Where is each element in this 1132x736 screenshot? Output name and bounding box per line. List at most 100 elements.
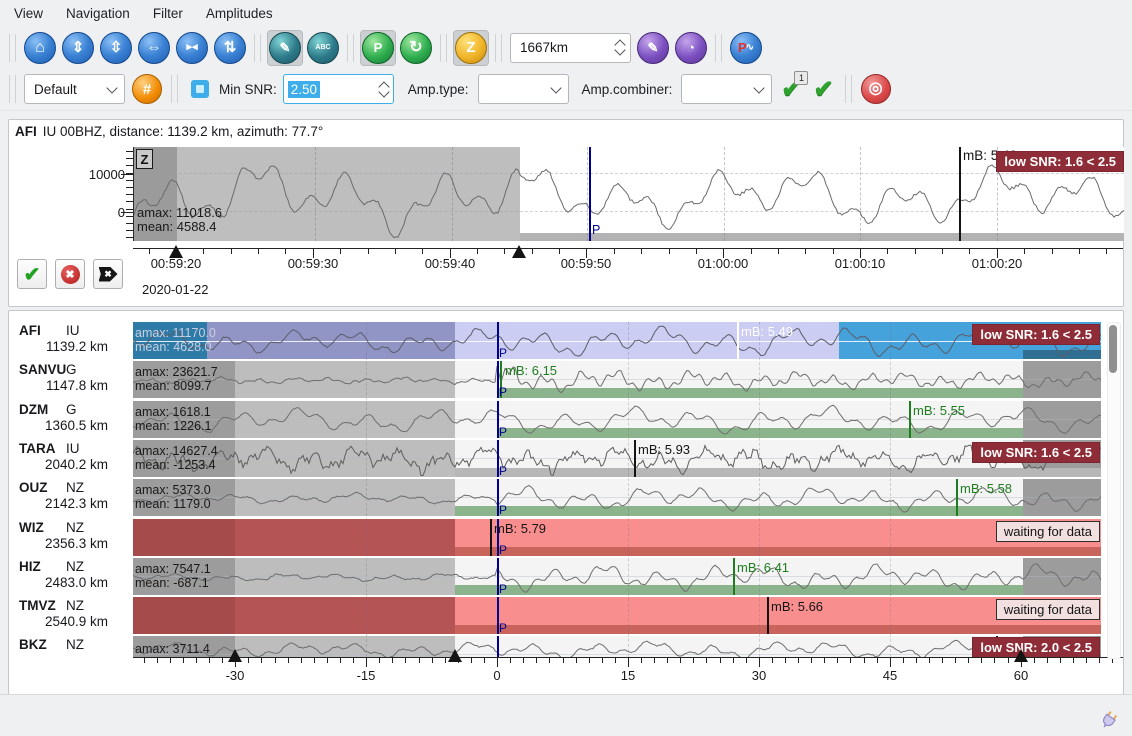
station-row-ouz[interactable]: OUZ NZ 2142.3 km amax: 5373.0 mean: 1179… — [9, 479, 1123, 518]
station-code: TMVZ — [19, 598, 56, 613]
window-end-marker[interactable] — [1014, 649, 1028, 662]
toolbar-grip — [495, 34, 502, 62]
station-distance: 1147.8 km — [37, 378, 108, 393]
amp-type-combobox[interactable] — [478, 74, 569, 104]
station-trace-area[interactable]: amax: 1618.1 mean: 1226.1 P mB: 5.55 — [133, 401, 1101, 440]
picker-tool-button[interactable]: ✎ — [267, 30, 303, 66]
fit-vertical-button[interactable]: ⇳ — [98, 30, 134, 66]
waveform-trace — [133, 361, 1101, 398]
target-icon: ◎ — [861, 74, 891, 104]
home-view-button[interactable]: ⌂ — [22, 30, 58, 66]
recalculate-amplitudes-button[interactable]: # — [129, 71, 165, 107]
station-row-tmvz[interactable]: TMVZ NZ 2540.9 km P mB: 5.66 waiting for… — [9, 597, 1123, 636]
station-distance: 2142.3 km — [37, 496, 108, 511]
station-distance: 1360.5 km — [37, 418, 108, 433]
vertical-scrollbar[interactable] — [1107, 322, 1121, 659]
station-trace-area[interactable]: amax: 7547.1 mean: -687.1 P mB: 6.41 — [133, 558, 1101, 597]
time-window-button[interactable]: ◔ — [673, 30, 709, 66]
menu-view[interactable]: View — [5, 1, 52, 26]
menu-amplitudes[interactable]: Amplitudes — [197, 1, 282, 26]
mean-value: mean: 4628.0 — [135, 340, 211, 354]
amplitude-marker[interactable] — [490, 519, 492, 556]
waiting-for-data-badge: waiting for data — [996, 599, 1100, 620]
station-row-dzm[interactable]: DZM G 1360.5 km amax: 1618.1 mean: 1226.… — [9, 401, 1123, 440]
reject-amplitude-button[interactable]: ✖ — [55, 259, 85, 289]
profile-combobox[interactable]: Default — [24, 74, 125, 104]
compute-magnitudes-button[interactable]: P∿ — [728, 30, 764, 66]
station-trace-area[interactable]: amax: 5373.0 mean: 1179.0 P mB: 5.58 — [133, 479, 1101, 518]
station-code: TARA — [19, 441, 56, 456]
amp-combiner-label: Amp.combiner: — [582, 82, 673, 97]
spinner-arrows-icon[interactable] — [380, 83, 388, 96]
station-trace-area[interactable]: amax: 11170.0 mean: 4628.0 P mB: 5.49 lo… — [133, 322, 1101, 361]
station-row-hiz[interactable]: HIZ NZ 2483.0 km amax: 7547.1 mean: -687… — [9, 558, 1123, 597]
chevron-down-icon — [754, 82, 765, 93]
station-network: IU — [66, 441, 80, 456]
fit-horizontal-button[interactable]: ▸◂ — [174, 30, 210, 66]
amplitude-marker[interactable] — [733, 558, 735, 595]
p-pick-label: P — [499, 346, 507, 360]
p-pick-marker[interactable] — [589, 147, 591, 241]
p-pick-marker[interactable] — [497, 636, 499, 657]
station-trace-area[interactable]: amax: 3711.4 low SNR: 2.0 < 2.5 — [133, 636, 1101, 657]
station-trace-area[interactable]: P mB: 5.66 waiting for data — [133, 597, 1101, 636]
profile-value: Default — [34, 82, 77, 97]
station-trace-area[interactable]: amax: 14627.4 mean: -1253.4 P mB: 5.93 l… — [133, 440, 1101, 479]
amplitude-marker[interactable] — [909, 401, 911, 438]
expand-horizontal-button[interactable]: ⇔ — [136, 30, 172, 66]
cancel-icon: ✖ — [61, 265, 80, 284]
amplitude-marker[interactable] — [959, 147, 961, 241]
spinner-arrows-icon[interactable] — [616, 41, 624, 54]
skip-station-button[interactable]: ✖ — [93, 259, 123, 289]
distance-cutoff-combobox[interactable]: 1667km — [510, 33, 631, 63]
amplitude-marker[interactable] — [737, 322, 739, 359]
mb-value: mB: 5.66 — [771, 599, 823, 614]
amplitude-marker[interactable] — [634, 440, 636, 477]
pick-p-button[interactable]: P — [360, 30, 396, 66]
phases-abc-icon: ABC — [307, 32, 339, 64]
menu-navigation[interactable]: Navigation — [57, 1, 139, 26]
amplitude-marker[interactable] — [767, 597, 769, 634]
station-amplitude-list: AFI IU 1139.2 km amax: 11170.0 mean: 462… — [8, 310, 1124, 695]
recompute-button[interactable]: ↻ — [398, 30, 434, 66]
window-start-marker[interactable] — [169, 245, 183, 258]
min-snr-spinbox[interactable]: 2.50 — [283, 74, 394, 104]
station-row-afi[interactable]: AFI IU 1139.2 km amax: 11170.0 mean: 462… — [9, 322, 1123, 361]
apply-amplitudes-button[interactable]: ✔1 — [781, 75, 801, 104]
station-trace-area[interactable]: amax: 23621.7 mean: 8099.7 P mB: 6.15 — [133, 361, 1101, 400]
target-station-button[interactable]: ◎ — [858, 71, 894, 107]
accept-amplitude-button[interactable]: ✔ — [17, 259, 47, 289]
apply-all-button[interactable]: ✔ — [813, 75, 833, 104]
signal-window-marker[interactable] — [448, 649, 462, 662]
edit-pick-button[interactable]: ✎ — [635, 30, 671, 66]
amax-value: amax: 7547.1 — [135, 562, 211, 576]
station-label: HIZ NZ 2483.0 km — [9, 558, 133, 597]
amax-value: amax: 5373.0 — [135, 483, 211, 497]
amp-combiner-combobox[interactable] — [681, 74, 772, 104]
mb-value: mB: 5.55 — [913, 403, 965, 418]
station-row-tara[interactable]: TARA IU 2040.2 km amax: 14627.4 mean: -1… — [9, 440, 1123, 479]
scrollbar-thumb[interactable] — [1109, 325, 1117, 373]
noise-window-marker[interactable] — [228, 649, 242, 662]
chevron-down-icon — [106, 82, 117, 93]
main-waveform-plot[interactable]: Z amax: 11018.6 mean: 4588.4 P mB: 5.49 … — [133, 147, 1124, 241]
station-row-wiz[interactable]: WIZ NZ 2356.3 km P mB: 5.79 waiting for … — [9, 519, 1123, 558]
amplitude-marker[interactable] — [956, 479, 958, 516]
station-trace-area[interactable]: P mB: 5.79 waiting for data — [133, 519, 1101, 558]
show-phases-button[interactable]: ABC — [305, 30, 341, 66]
min-snr-label: Min SNR: — [219, 82, 277, 97]
station-code: BKZ — [19, 637, 47, 652]
menu-filter[interactable]: Filter — [144, 1, 192, 26]
component-z-button[interactable]: Z — [453, 30, 489, 66]
station-code: HIZ — [19, 559, 41, 574]
station-row-sanvu[interactable]: SANVU G 1147.8 km amax: 23621.7 mean: 80… — [9, 361, 1123, 400]
mean-value: mean: 4588.4 — [137, 219, 217, 234]
min-snr-checkbox[interactable] — [191, 80, 209, 98]
expand-vertical-button[interactable]: ⇕ — [60, 30, 96, 66]
window-end-marker[interactable] — [512, 245, 526, 258]
station-network: G — [66, 362, 77, 377]
toolbar-grip — [171, 75, 178, 103]
station-row-bkz[interactable]: BKZ NZ amax: 3711.4 low SNR: 2.0 < 2.5 — [9, 636, 1123, 657]
scale-amplitudes-button[interactable]: ⇅ — [212, 30, 248, 66]
picker-pencil-icon: ✎ — [269, 32, 301, 64]
